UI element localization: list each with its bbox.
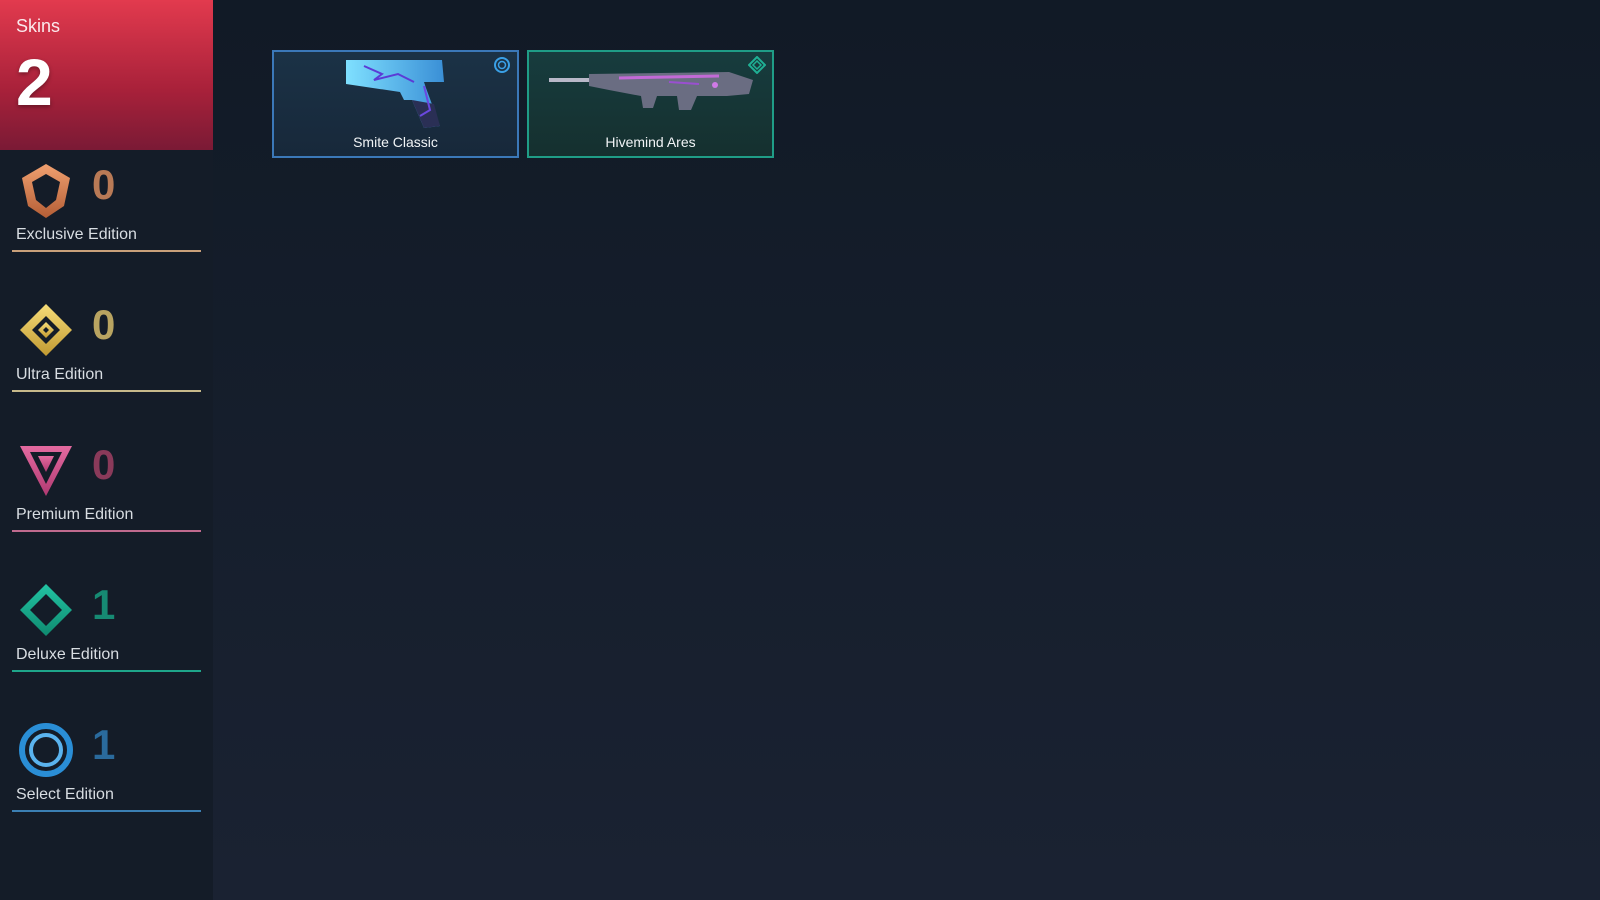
tier-deluxe-label: Deluxe Edition — [16, 646, 120, 663]
tier-ultra-edition[interactable]: 0 Ultra Edition — [12, 300, 201, 392]
skins-summary-label: Skins — [16, 16, 61, 36]
rifle-icon — [549, 72, 753, 110]
skins-collection-screen: Skins 2 0 Exclusive Edition 0 Ultra Edit… — [0, 0, 1600, 900]
tier-deluxe-edition[interactable]: 1 Deluxe Edition — [12, 580, 201, 672]
tier-ultra-label: Ultra Edition — [16, 366, 104, 383]
skin-card-name: Hivemind Ares — [605, 134, 696, 150]
skins-summary: Skins 2 — [0, 0, 213, 150]
premium-edition-icon — [20, 446, 72, 496]
select-edition-icon — [19, 723, 73, 777]
deluxe-edition-icon — [748, 56, 766, 74]
tier-select-edition[interactable]: 1 Select Edition — [12, 720, 201, 812]
skin-card-name: Smite Classic — [353, 134, 438, 150]
tier-exclusive-count: 0 — [92, 161, 116, 208]
tier-exclusive-label: Exclusive Edition — [16, 226, 137, 243]
skins-summary-count: 2 — [16, 45, 53, 119]
tier-select-count: 1 — [92, 721, 116, 768]
tier-premium-count: 0 — [92, 441, 116, 488]
skin-card-hivemind-ares[interactable]: Hivemind Ares — [527, 50, 774, 158]
tier-exclusive-edition[interactable]: 0 Exclusive Edition — [12, 160, 201, 252]
exclusive-edition-icon — [22, 164, 70, 218]
select-edition-icon — [494, 57, 510, 73]
deluxe-edition-icon — [20, 584, 72, 636]
tier-premium-label: Premium Edition — [16, 506, 134, 523]
tier-ultra-count: 0 — [92, 301, 116, 348]
tier-premium-edition[interactable]: 0 Premium Edition — [12, 440, 201, 532]
tier-deluxe-count: 1 — [92, 581, 116, 628]
sidebar: Skins 2 0 Exclusive Edition 0 Ultra Edit… — [0, 0, 213, 900]
tier-select-label: Select Edition — [16, 786, 114, 803]
skin-card-smite-classic[interactable]: Smite Classic — [272, 50, 519, 158]
pistol-icon — [346, 60, 444, 128]
ultra-edition-icon — [20, 304, 72, 356]
